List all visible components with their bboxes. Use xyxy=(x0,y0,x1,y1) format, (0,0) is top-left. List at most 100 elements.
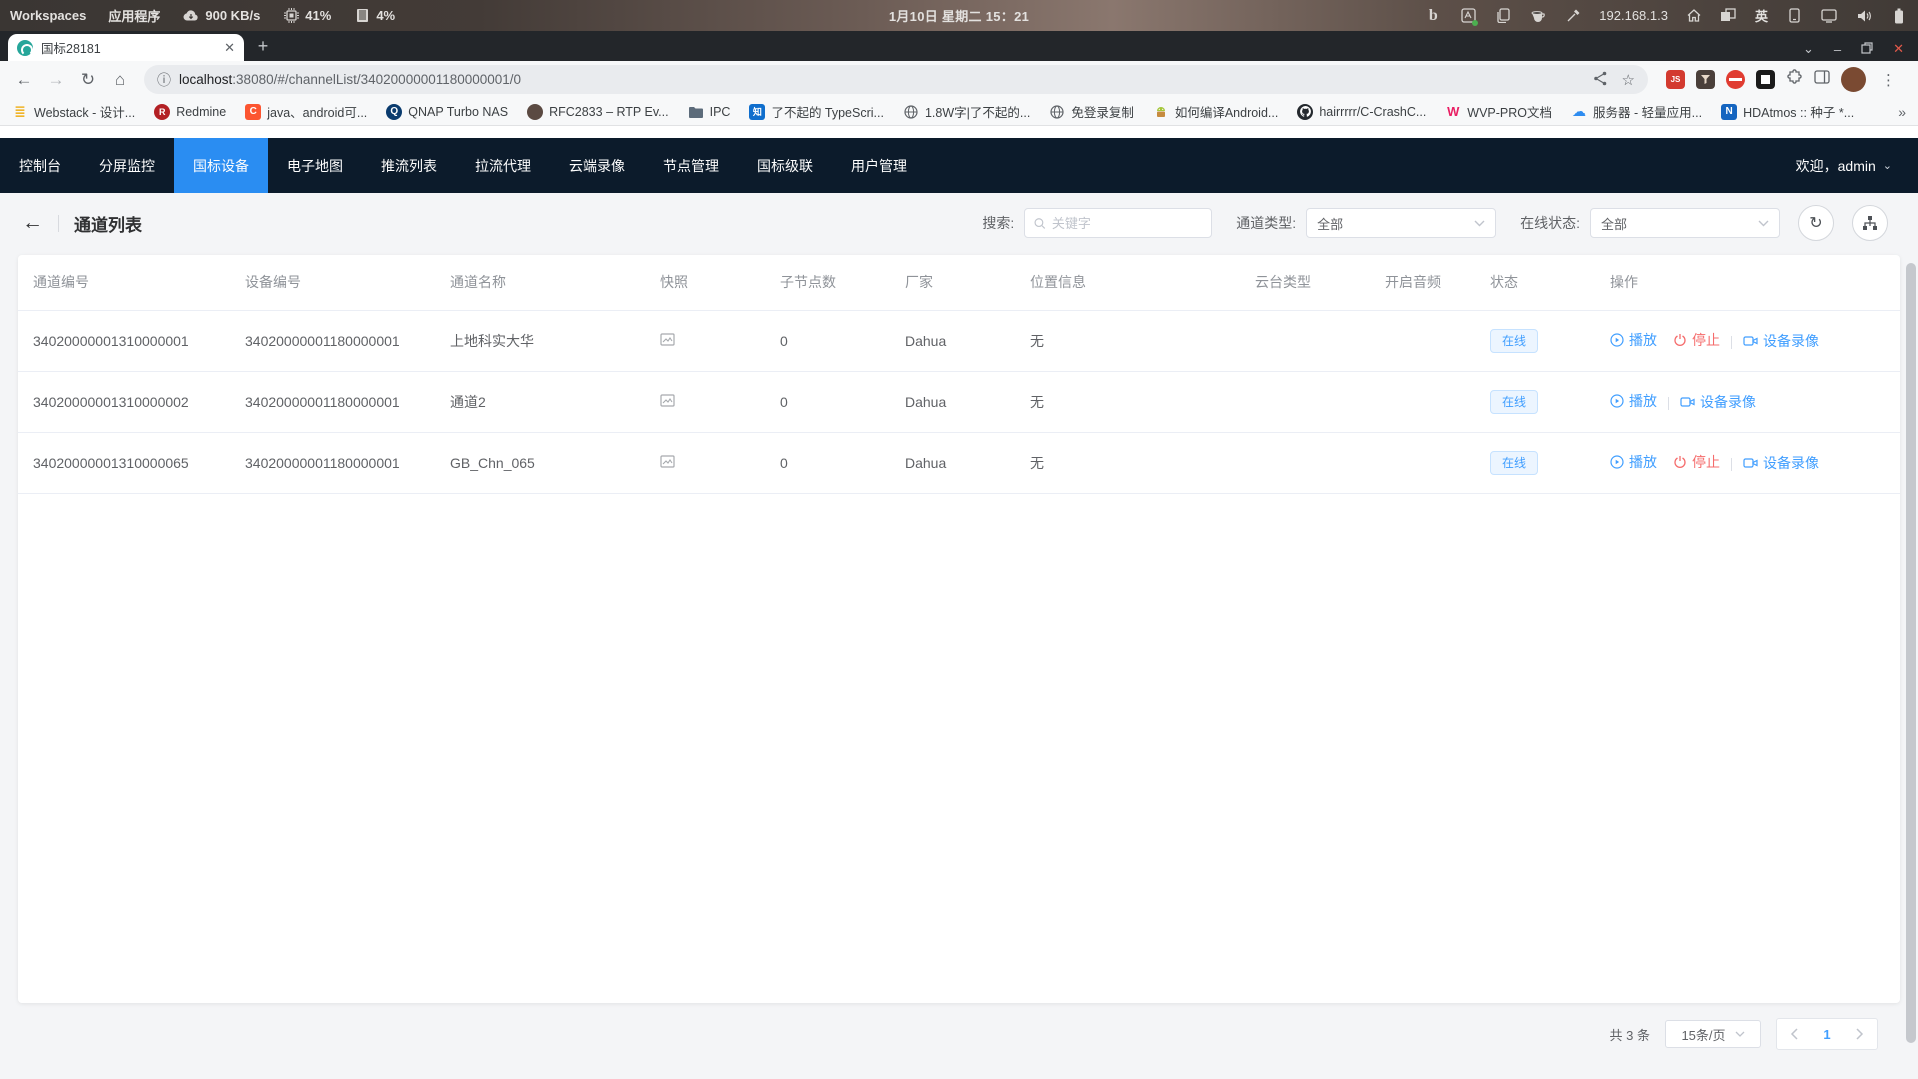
clock[interactable]: 1月10日 星期二 15：21 xyxy=(889,6,1029,25)
bookmark-item[interactable]: hairrrrr/C-CrashC... xyxy=(1297,104,1426,120)
nav-item-pull-proxy[interactable]: 拉流代理 xyxy=(456,138,550,193)
bookmark-item[interactable]: IPC xyxy=(688,104,731,120)
channel-type-label: 通道类型: xyxy=(1236,213,1296,233)
cpu-usage-indicator: 41% xyxy=(282,7,331,25)
play-link[interactable]: 播放 xyxy=(1610,391,1657,411)
forward-button[interactable]: → xyxy=(42,66,70,94)
nav-item-map[interactable]: 电子地图 xyxy=(268,138,362,193)
prev-page-button[interactable] xyxy=(1790,1028,1798,1040)
stop-link[interactable]: 停止 xyxy=(1673,330,1720,350)
next-page-button[interactable] xyxy=(1856,1028,1864,1040)
snapshot-thumbnail-icon[interactable] xyxy=(660,333,675,349)
home-icon[interactable] xyxy=(1685,7,1703,25)
window-close-button[interactable]: ✕ xyxy=(1893,41,1904,57)
clipboard-icon[interactable] xyxy=(1494,7,1512,25)
bookmark-item[interactable]: 如何编译Android... xyxy=(1153,102,1279,121)
profile-avatar[interactable] xyxy=(1841,67,1866,92)
app-notification-icon[interactable] xyxy=(1459,7,1477,25)
extensions-puzzle-icon[interactable] xyxy=(1786,69,1803,91)
nav-item-user-manage[interactable]: 用户管理 xyxy=(832,138,926,193)
total-count: 共 3 条 xyxy=(1610,1025,1650,1044)
color-picker-icon[interactable] xyxy=(1564,7,1582,25)
reload-button[interactable]: ↻ xyxy=(74,66,102,94)
search-input[interactable] xyxy=(1052,216,1202,231)
browser-menu-icon[interactable]: ⋮ xyxy=(1877,71,1900,89)
window-restore-button[interactable] xyxy=(1861,42,1873,57)
bookmark-item[interactable]: QQNAP Turbo NAS xyxy=(386,104,508,120)
bookmarks-overflow-chevron[interactable]: » xyxy=(1898,104,1906,120)
caffeine-cup-icon[interactable] xyxy=(1529,7,1547,25)
bookmark-item[interactable]: 1.8W字|了不起的... xyxy=(903,102,1030,121)
nav-item-console[interactable]: 控制台 xyxy=(0,138,80,193)
address-bar[interactable]: ⓘ localhost:38080/#/channelList/34020000… xyxy=(144,65,1648,94)
device-record-link[interactable]: 设备录像 xyxy=(1743,331,1819,351)
user-menu[interactable]: 欢迎，admin⌄ xyxy=(1796,156,1892,176)
play-link[interactable]: 播放 xyxy=(1610,452,1657,472)
snapshot-thumbnail-icon[interactable] xyxy=(660,455,675,471)
memory-icon xyxy=(353,7,371,25)
workspaces-button[interactable]: Workspaces xyxy=(10,8,86,23)
dark-extension-icon[interactable] xyxy=(1696,70,1715,89)
tree-icon xyxy=(1862,215,1878,231)
bookmark-item[interactable]: 免登录复制 xyxy=(1049,102,1134,121)
tree-view-button[interactable] xyxy=(1852,205,1888,241)
blocker-extension-icon[interactable] xyxy=(1726,70,1745,89)
workspace-switcher-icon[interactable] xyxy=(1720,7,1738,25)
site-info-icon[interactable]: ⓘ xyxy=(157,70,171,90)
battery-icon[interactable] xyxy=(1890,7,1908,25)
bookmark-item[interactable]: RFC2833 – RTP Ev... xyxy=(527,104,669,120)
channel-type-select[interactable]: 全部 xyxy=(1306,208,1496,238)
tab-close-icon[interactable]: ✕ xyxy=(224,40,235,56)
snapshot-thumbnail-icon[interactable] xyxy=(660,394,675,410)
nav-item-cloud-record[interactable]: 云端录像 xyxy=(550,138,644,193)
power-icon xyxy=(1673,333,1687,347)
col-vendor: 厂家 xyxy=(890,255,1015,310)
page-scrollbar-thumb[interactable] xyxy=(1906,263,1916,1043)
browser-tab[interactable]: 国标28181 ✕ xyxy=(8,34,244,61)
table-row: 34020000001310000065 3402000000118000000… xyxy=(18,432,1900,493)
bookmark-item[interactable]: WWVP-PRO文档 xyxy=(1445,102,1552,121)
window-minimize-button[interactable]: – xyxy=(1834,42,1841,57)
device-record-link[interactable]: 设备录像 xyxy=(1743,453,1819,473)
cloud-download-icon xyxy=(182,7,200,25)
input-method-indicator[interactable]: 英 xyxy=(1755,6,1768,25)
search-input-wrap[interactable] xyxy=(1024,208,1212,238)
applications-menu[interactable]: 应用程序 xyxy=(108,6,160,25)
tab-search-chevron-icon[interactable]: ⌄ xyxy=(1803,41,1814,57)
device-record-link[interactable]: 设备录像 xyxy=(1680,392,1756,412)
bookmark-star-icon[interactable]: ☆ xyxy=(1622,71,1635,89)
phone-link-icon[interactable] xyxy=(1785,7,1803,25)
bookmark-item[interactable]: Cjava、android可... xyxy=(245,102,367,121)
bookmark-item[interactable]: 知了不起的 TypeScri... xyxy=(749,102,884,121)
ip-address-indicator[interactable]: 192.168.1.3 xyxy=(1599,8,1668,23)
bookmark-item[interactable]: RRedmine xyxy=(154,104,226,120)
zhihu-icon: 知 xyxy=(749,104,765,120)
nav-item-push-list[interactable]: 推流列表 xyxy=(362,138,456,193)
online-status-select[interactable]: 全部 xyxy=(1590,208,1780,238)
play-icon xyxy=(1610,455,1624,469)
back-arrow-button[interactable]: ← xyxy=(22,211,43,235)
nav-item-gb-cascade[interactable]: 国标级联 xyxy=(738,138,832,193)
display-icon[interactable] xyxy=(1820,7,1838,25)
nav-item-split-monitor[interactable]: 分屏监控 xyxy=(80,138,174,193)
home-button[interactable]: ⌂ xyxy=(106,66,134,94)
bookmark-item[interactable]: ≣Webstack - 设计... xyxy=(12,102,135,121)
new-tab-button[interactable]: + xyxy=(250,33,276,59)
nav-item-gb-devices[interactable]: 国标设备 xyxy=(174,138,268,193)
play-link[interactable]: 播放 xyxy=(1610,330,1657,350)
bookmark-item[interactable]: ☁服务器 - 轻量应用... xyxy=(1571,102,1702,121)
side-panel-icon[interactable] xyxy=(1814,70,1830,89)
stop-link[interactable]: 停止 xyxy=(1673,452,1720,472)
back-button[interactable]: ← xyxy=(10,66,38,94)
share-icon[interactable] xyxy=(1593,71,1608,89)
volume-icon[interactable] xyxy=(1855,7,1873,25)
status-badge: 在线 xyxy=(1490,451,1538,475)
square-extension-icon[interactable] xyxy=(1756,70,1775,89)
nav-item-node-manage[interactable]: 节点管理 xyxy=(644,138,738,193)
current-page[interactable]: 1 xyxy=(1823,1027,1830,1042)
bing-tray-icon[interactable]: b xyxy=(1424,7,1442,25)
js-extension-icon[interactable]: JS xyxy=(1666,70,1685,89)
refresh-button[interactable]: ↻ xyxy=(1798,205,1834,241)
page-size-select[interactable]: 15条/页 xyxy=(1665,1020,1761,1048)
bookmark-item[interactable]: NHDAtmos :: 种子 *... xyxy=(1721,102,1854,121)
